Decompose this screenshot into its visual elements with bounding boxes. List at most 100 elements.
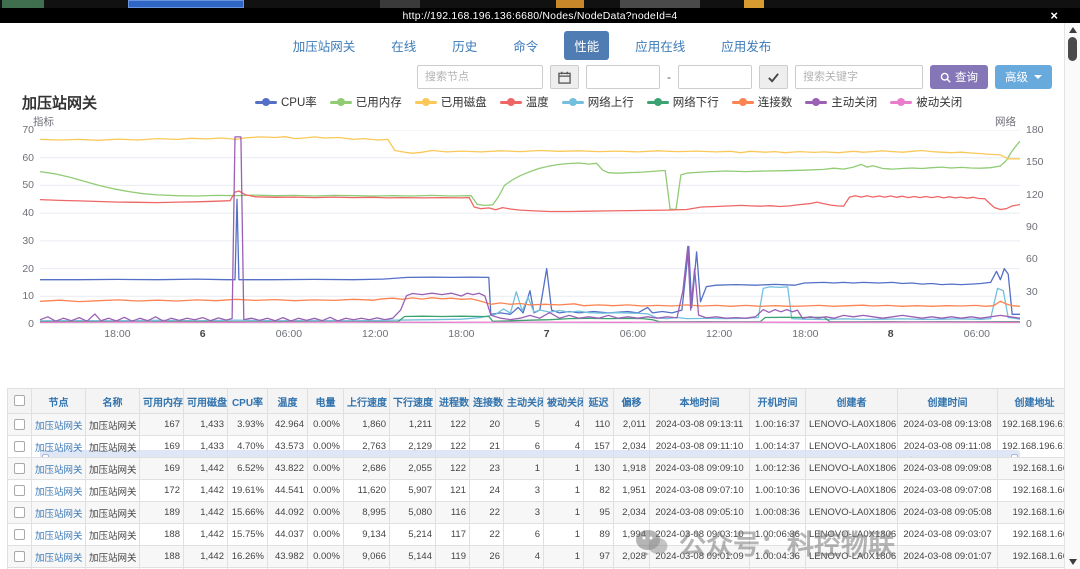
- left-tick-10: 10: [4, 290, 34, 302]
- tab-历史[interactable]: 历史: [442, 31, 487, 60]
- legend-item-已用磁盘[interactable]: 已用磁盘: [415, 94, 487, 110]
- cell-创建者: LENOVO-LA0X1806: [806, 546, 898, 568]
- cell-本地时间: 2024-03-08 09:09:10: [650, 458, 750, 480]
- cell-可用内存: 188: [140, 524, 184, 546]
- legend-item-网络下行[interactable]: 网络下行: [647, 94, 719, 110]
- confirm-button[interactable]: [759, 65, 788, 89]
- tab-加压站网关[interactable]: 加压站网关: [283, 31, 366, 60]
- tab-命令[interactable]: 命令: [503, 31, 548, 60]
- legend-item-温度[interactable]: 温度: [500, 94, 549, 110]
- row-checkbox[interactable]: [14, 529, 25, 540]
- column-header-创建者[interactable]: 创建者: [806, 389, 898, 414]
- column-header-温度[interactable]: 温度: [268, 389, 308, 414]
- column-header-电量[interactable]: 电量: [308, 389, 344, 414]
- legend-item-已用内存[interactable]: 已用内存: [330, 94, 402, 110]
- column-header-主动关闭[interactable]: 主动关闭: [504, 389, 544, 414]
- filter-bar: - 查询 高级: [0, 64, 1064, 90]
- search-node-input[interactable]: [417, 65, 543, 89]
- column-header-本地时间[interactable]: 本地时间: [650, 389, 750, 414]
- cell-主动关闭: 6: [504, 524, 544, 546]
- tab-应用发布[interactable]: 应用发布: [711, 31, 781, 60]
- column-header-名称[interactable]: 名称: [86, 389, 140, 414]
- column-header-创建时间[interactable]: 创建时间: [898, 389, 998, 414]
- cell-电量: 0.00%: [308, 458, 344, 480]
- scroll-up-icon[interactable]: [1069, 27, 1077, 33]
- cell-进程数: 122: [436, 436, 470, 458]
- cell-创建者: LENOVO-LA0X1806: [806, 436, 898, 458]
- cell-创建时间: 2024-03-08 09:03:07: [898, 524, 998, 546]
- scrollbar[interactable]: [1064, 23, 1080, 569]
- date-to-input[interactable]: [678, 65, 752, 89]
- row-checkbox[interactable]: [14, 485, 25, 496]
- column-header-可用内存[interactable]: 可用内存: [140, 389, 184, 414]
- background-fragment: [744, 0, 764, 8]
- node-data-table: 节点名称可用内存可用磁盘CPU率温度电量上行速度下行速度进程数连接数主动关闭被动…: [7, 388, 1072, 569]
- node-link[interactable]: 加压站网关: [32, 546, 86, 568]
- node-data-table-wrap: 节点名称可用内存可用磁盘CPU率温度电量上行速度下行速度进程数连接数主动关闭被动…: [7, 388, 1064, 569]
- node-link[interactable]: 加压站网关: [32, 524, 86, 546]
- cell-上行速度: 2,763: [344, 436, 390, 458]
- row-checkbox[interactable]: [14, 463, 25, 474]
- node-link[interactable]: 加压站网关: [32, 458, 86, 480]
- cell-创建时间: 2024-03-08 09:07:08: [898, 480, 998, 502]
- chart-series-svg: [40, 130, 1020, 324]
- node-data-page: 加压站网关在线历史命令性能应用在线应用发布 -: [0, 23, 1064, 569]
- scrollbar-thumb[interactable]: [1068, 37, 1077, 61]
- scroll-down-icon[interactable]: [1069, 559, 1077, 565]
- tab-应用在线[interactable]: 应用在线: [625, 31, 695, 60]
- row-checkbox[interactable]: [14, 441, 25, 452]
- column-header-可用磁盘[interactable]: 可用磁盘: [184, 389, 228, 414]
- advanced-button[interactable]: 高级: [995, 65, 1052, 89]
- node-link[interactable]: 加压站网关: [32, 480, 86, 502]
- calendar-button[interactable]: [550, 65, 579, 89]
- node-link[interactable]: 加压站网关: [32, 436, 86, 458]
- cell-开机时间: 1.00:08:36: [750, 502, 806, 524]
- select-all-header[interactable]: [8, 389, 32, 414]
- row-checkbox[interactable]: [14, 507, 25, 518]
- cell-延迟: 97: [584, 546, 614, 568]
- tab-在线[interactable]: 在线: [381, 31, 426, 60]
- date-from-input[interactable]: [586, 65, 660, 89]
- cell-名称: 加压站网关: [86, 480, 140, 502]
- row-checkbox-cell: [8, 502, 32, 524]
- select-all-checkbox[interactable]: [14, 395, 25, 406]
- column-header-上行速度[interactable]: 上行速度: [344, 389, 390, 414]
- cell-温度: 44.037: [268, 524, 308, 546]
- x-tick-12:00: 12:00: [362, 328, 388, 340]
- cell-创建者: LENOVO-LA0X1806: [806, 480, 898, 502]
- legend-item-CPU率[interactable]: CPU率: [255, 94, 317, 110]
- query-button[interactable]: 查询: [930, 65, 988, 89]
- node-link[interactable]: 加压站网关: [32, 502, 86, 524]
- cell-下行速度: 2,129: [390, 436, 436, 458]
- cell-主动关闭: 3: [504, 480, 544, 502]
- legend-label: CPU率: [281, 94, 317, 110]
- row-checkbox[interactable]: [14, 419, 25, 430]
- column-header-偏移[interactable]: 偏移: [614, 389, 650, 414]
- column-header-进程数[interactable]: 进程数: [436, 389, 470, 414]
- legend-item-被动关闭[interactable]: 被动关闭: [890, 94, 962, 110]
- column-header-开机时间[interactable]: 开机时间: [750, 389, 806, 414]
- column-header-节点[interactable]: 节点: [32, 389, 86, 414]
- cell-温度: 44.092: [268, 502, 308, 524]
- column-header-被动关闭[interactable]: 被动关闭: [544, 389, 584, 414]
- column-header-创建地址[interactable]: 创建地址: [998, 389, 1072, 414]
- tab-性能[interactable]: 性能: [564, 31, 609, 60]
- column-header-延迟[interactable]: 延迟: [584, 389, 614, 414]
- search-keyword-input[interactable]: [795, 65, 923, 89]
- column-header-CPU率[interactable]: CPU率: [228, 389, 268, 414]
- close-icon[interactable]: ×: [1050, 8, 1058, 23]
- left-tick-30: 30: [4, 235, 34, 247]
- advanced-button-label: 高级: [1005, 69, 1028, 85]
- legend-item-连接数[interactable]: 连接数: [732, 94, 793, 110]
- cell-上行速度: 8,995: [344, 502, 390, 524]
- table-row: 加压站网关加压站网关1881,44215.75%44.0370.00%9,134…: [8, 524, 1072, 546]
- legend-item-主动关闭[interactable]: 主动关闭: [805, 94, 877, 110]
- cell-下行速度: 1,211: [390, 414, 436, 436]
- column-header-连接数[interactable]: 连接数: [470, 389, 504, 414]
- row-checkbox[interactable]: [14, 551, 25, 562]
- column-header-下行速度[interactable]: 下行速度: [390, 389, 436, 414]
- legend-item-网络上行[interactable]: 网络上行: [562, 94, 634, 110]
- cell-开机时间: 1.00:14:37: [750, 436, 806, 458]
- x-tick-7: 7: [544, 328, 550, 340]
- node-link[interactable]: 加压站网关: [32, 414, 86, 436]
